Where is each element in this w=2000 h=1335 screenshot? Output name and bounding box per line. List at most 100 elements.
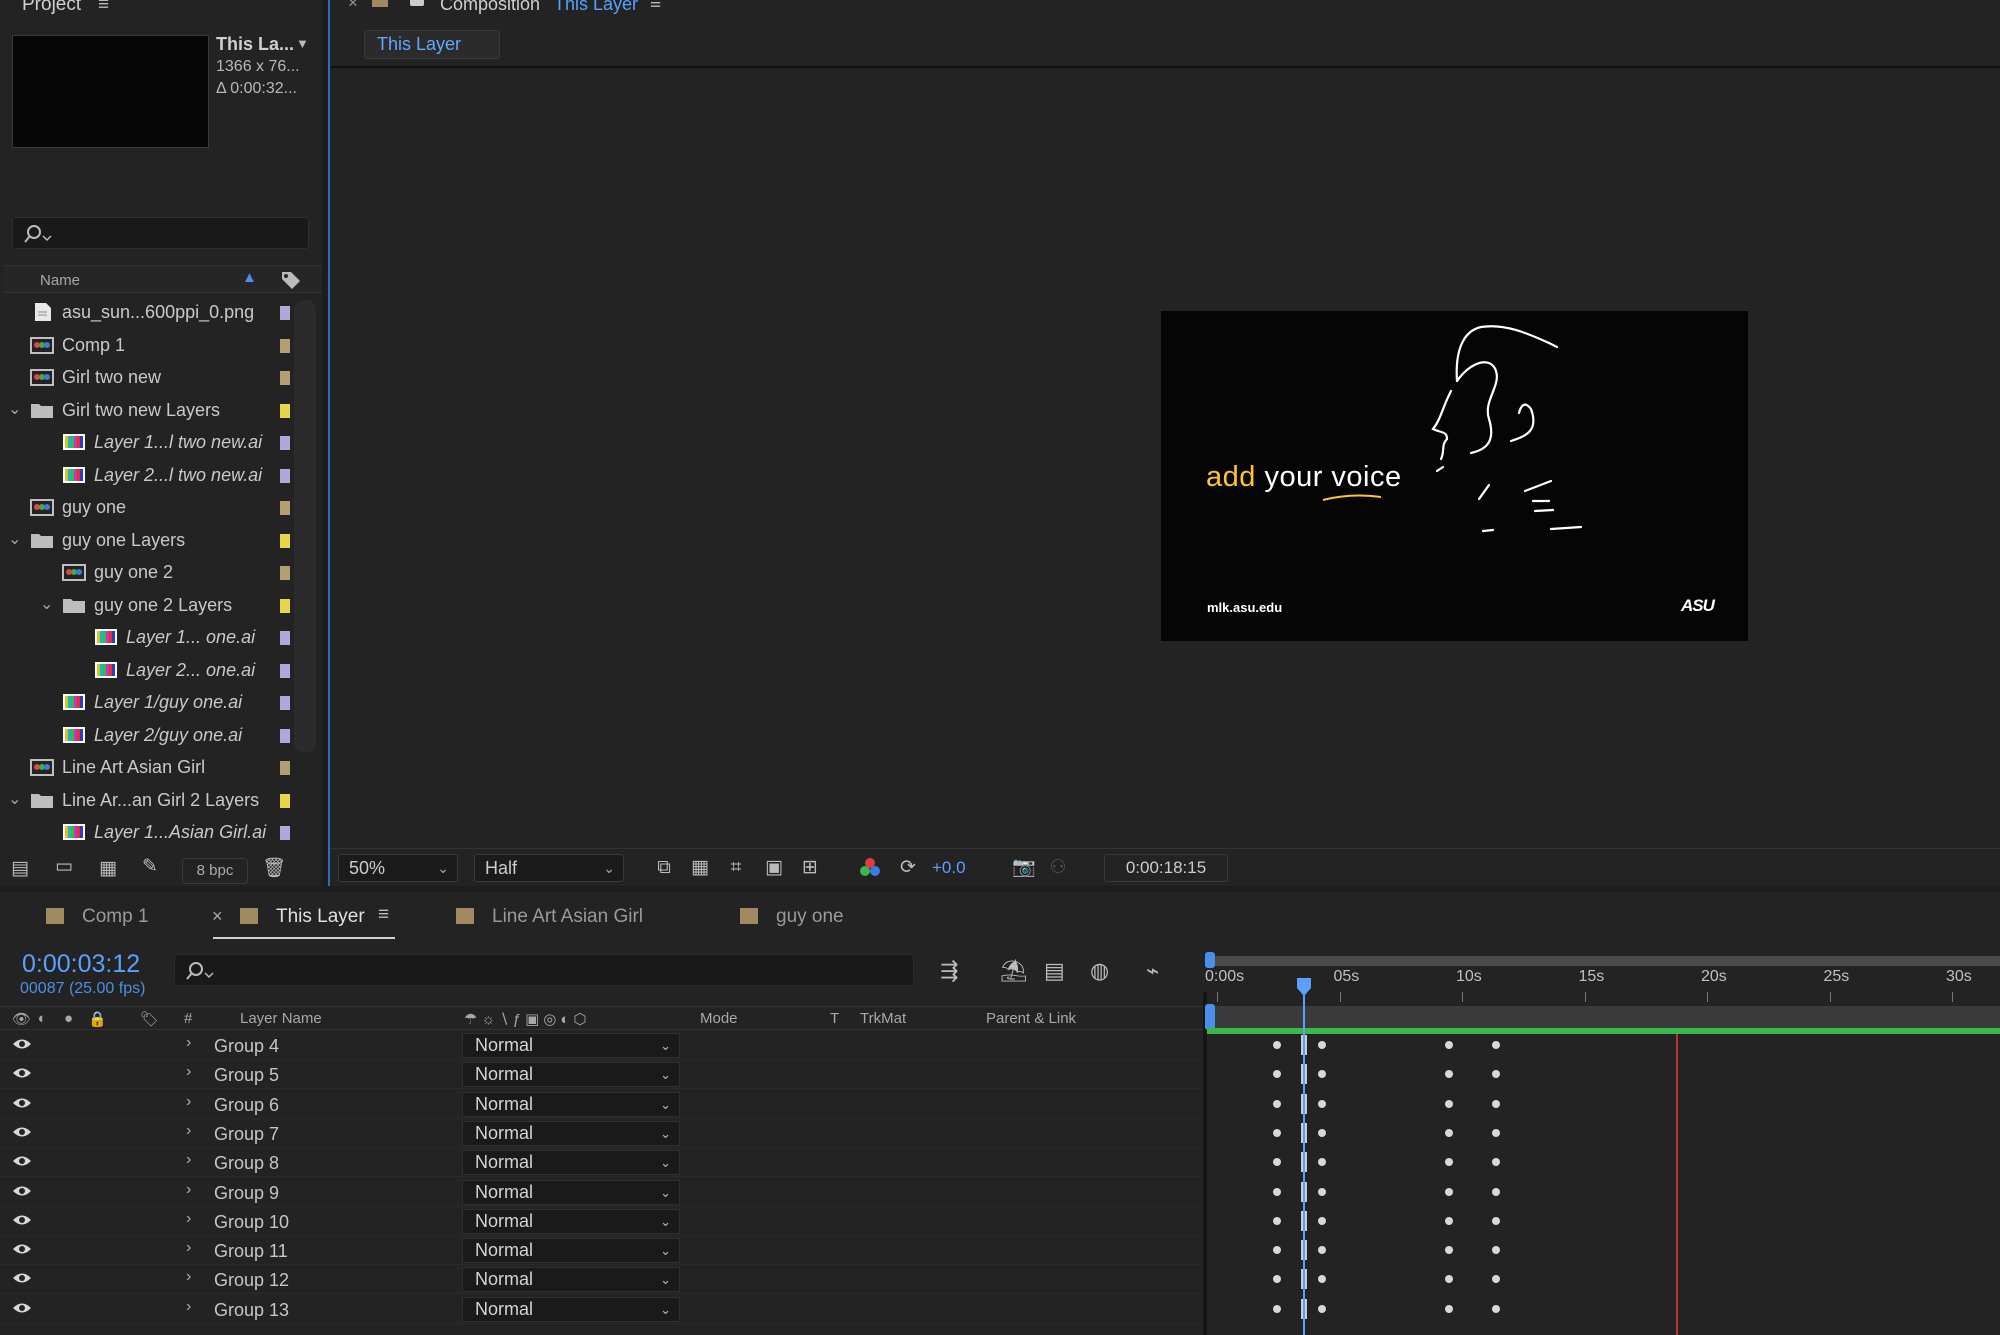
keyframe-marker[interactable]	[1445, 1099, 1453, 1108]
chevron-right-icon[interactable]: ›	[186, 1063, 191, 1081]
timeline-menu-icon[interactable]: ≡	[378, 904, 389, 926]
color-channels-icon[interactable]	[858, 857, 882, 879]
chevron-down-icon[interactable]: ⌄	[8, 789, 21, 809]
current-time-display[interactable]: 0:00:18:15	[1104, 854, 1228, 882]
layer-name[interactable]: Group 7	[214, 1124, 279, 1145]
keyframe-marker[interactable]	[1318, 1041, 1326, 1049]
project-search-input[interactable]	[12, 217, 309, 249]
trkmat-column[interactable]: TrkMat	[860, 1010, 906, 1027]
blend-mode-select[interactable]: Normal ⌄	[462, 1208, 680, 1234]
project-item[interactable]: Layer 1/guy one.ai	[0, 686, 292, 718]
keyframe-marker[interactable]	[1273, 1070, 1281, 1079]
keyframe-marker[interactable]	[1445, 1216, 1453, 1225]
blend-mode-select[interactable]: Normal ⌄	[462, 1267, 680, 1293]
label-color-swatch[interactable]	[280, 403, 290, 418]
eye-visibility-icon[interactable]	[12, 1154, 32, 1168]
region-of-interest-icon[interactable]: ▣	[762, 857, 786, 879]
eye-column-icon[interactable]: 👁	[12, 1010, 31, 1028]
grid-guides-icon[interactable]: ⊞	[798, 857, 822, 879]
project-item[interactable]: Layer 1... one.ai	[0, 621, 292, 653]
label-tag-icon[interactable]	[280, 270, 302, 290]
project-item[interactable]: ⌄ guy one 2 Layers	[0, 589, 292, 621]
label-color-swatch[interactable]	[280, 826, 290, 840]
chevron-down-icon[interactable]: ⌄	[8, 399, 21, 419]
lock-column-icon[interactable]: 🔒	[88, 1010, 107, 1028]
project-panel-title[interactable]: Project	[22, 0, 81, 16]
playhead-line[interactable]	[1303, 978, 1305, 1335]
keyframe-marker[interactable]	[1492, 1216, 1500, 1225]
blend-mode-select[interactable]: Normal ⌄	[462, 1179, 680, 1205]
label-color-swatch[interactable]	[280, 306, 290, 320]
project-item[interactable]: ⌄ Girl two new Layers	[0, 394, 292, 426]
keyframe-marker[interactable]	[1273, 1128, 1281, 1137]
layer-name[interactable]: Group 11	[214, 1241, 288, 1262]
layer-row[interactable]: › Group 8 Normal ⌄	[0, 1148, 1205, 1178]
layer-name-column[interactable]: Layer Name	[240, 1010, 322, 1027]
resolution-select[interactable]: Half ⌄	[474, 854, 624, 882]
label-color-swatch[interactable]	[280, 631, 290, 645]
layer-row[interactable]: › Group 7 Normal ⌄	[0, 1119, 1205, 1148]
close-tab-icon[interactable]: ×	[212, 906, 223, 927]
trash-icon[interactable]: 🗑	[262, 858, 286, 880]
layer-name[interactable]: Group 13	[214, 1300, 289, 1321]
label-color-swatch[interactable]	[280, 501, 290, 515]
keyframe-marker[interactable]	[1273, 1187, 1281, 1196]
hash-column[interactable]: #	[184, 1010, 192, 1027]
bit-depth-button[interactable]: 8 bpc	[182, 858, 248, 884]
eye-visibility-icon[interactable]	[12, 1037, 32, 1051]
parent-link-column[interactable]: Parent & Link	[986, 1010, 1076, 1027]
project-item[interactable]: ⌄ Line Ar...an Girl 2 Layers	[0, 784, 292, 816]
label-color-swatch[interactable]	[280, 696, 290, 710]
layer-row[interactable]: › Group 4 Normal ⌄	[0, 1031, 1205, 1060]
new-composition-icon[interactable]: ▦	[96, 858, 120, 880]
label-color-swatch[interactable]	[280, 761, 290, 775]
label-color-swatch[interactable]	[280, 728, 290, 743]
label-color-swatch[interactable]	[280, 598, 290, 613]
timeline-current-time[interactable]: 0:00:03:12	[22, 950, 140, 979]
chevron-right-icon[interactable]: ›	[186, 1298, 191, 1316]
keyframe-marker[interactable]	[1445, 1304, 1453, 1313]
keyframe-marker[interactable]	[1492, 1158, 1500, 1167]
adjust-project-settings-icon[interactable]: ✎	[138, 856, 162, 878]
t-column[interactable]: T	[830, 1010, 839, 1027]
keyframe-marker[interactable]	[1445, 1041, 1453, 1049]
project-item[interactable]: ⌄ guy one Layers	[0, 524, 292, 556]
audio-column-icon[interactable]: ◖	[36, 1010, 45, 1027]
keyframe-marker[interactable]	[1492, 1275, 1500, 1284]
chevron-right-icon[interactable]: ›	[186, 1210, 191, 1228]
exposure-value[interactable]: +0.0	[932, 858, 966, 878]
label-color-swatch[interactable]	[280, 371, 290, 385]
project-item[interactable]: Layer 2/guy one.ai	[0, 719, 292, 751]
keyframe-marker[interactable]	[1445, 1158, 1453, 1167]
chevron-right-icon[interactable]: ›	[186, 1122, 191, 1140]
keyframe-marker[interactable]	[1273, 1158, 1281, 1167]
chevron-right-icon[interactable]: ›	[186, 1151, 191, 1169]
keyframe-marker[interactable]	[1318, 1275, 1326, 1284]
switches-column-icons[interactable]: ☂☼∖ƒ▣◎◐⬡	[464, 1010, 591, 1028]
playhead-handle[interactable]	[1296, 978, 1312, 996]
transparency-grid-icon[interactable]: ▦	[688, 857, 712, 879]
keyframe-marker[interactable]	[1273, 1304, 1281, 1313]
project-menu-icon[interactable]: ≡	[98, 0, 109, 16]
keyframe-marker[interactable]	[1492, 1304, 1500, 1313]
interpret-footage-icon[interactable]: ▤	[8, 858, 32, 880]
chevron-right-icon[interactable]: ›	[186, 1181, 191, 1199]
name-column-header[interactable]: Name	[40, 272, 80, 289]
keyframe-marker[interactable]	[1318, 1070, 1326, 1079]
keyframe-marker[interactable]	[1445, 1070, 1453, 1079]
eye-visibility-icon[interactable]	[12, 1125, 32, 1139]
keyframe-marker[interactable]	[1273, 1275, 1281, 1284]
solo-column-icon[interactable]: ●	[64, 1010, 73, 1027]
project-item[interactable]: Layer 1...Asian Girl.ai	[0, 816, 292, 848]
blend-mode-select[interactable]: Normal ⌄	[462, 1091, 680, 1117]
graph-editor-icon[interactable]: ⌁	[1146, 958, 1159, 984]
layer-row[interactable]: › Group 10 Normal ⌄	[0, 1207, 1205, 1236]
show-snapshot-icon[interactable]: ⚇	[1046, 857, 1070, 879]
eye-visibility-icon[interactable]	[12, 1242, 32, 1256]
eye-visibility-icon[interactable]	[12, 1066, 32, 1080]
selected-item-dropdown-icon[interactable]: ▼	[296, 36, 309, 51]
label-color-swatch[interactable]	[280, 566, 290, 580]
keyframe-marker[interactable]	[1273, 1216, 1281, 1225]
chevron-down-icon[interactable]: ⌄	[40, 594, 53, 614]
project-item[interactable]: guy one 2	[0, 556, 292, 588]
